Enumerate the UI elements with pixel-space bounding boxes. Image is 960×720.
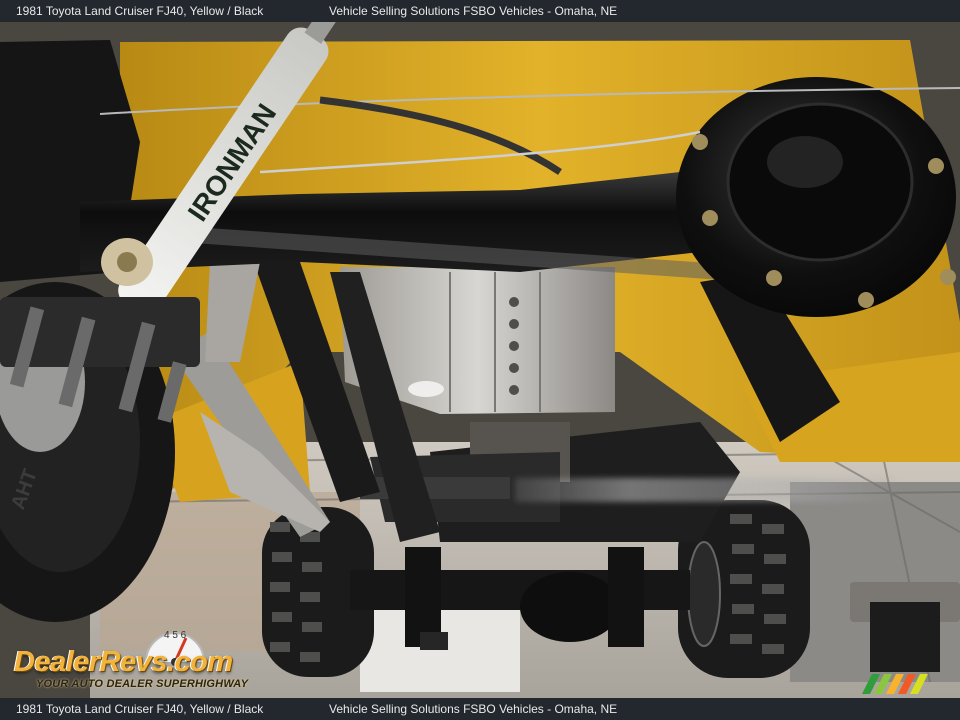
seller-name-footer: Vehicle Selling Solutions FSBO Vehicles …	[329, 702, 618, 716]
vehicle-title: 1981 Toyota Land Cruiser FJ40, Yellow / …	[16, 4, 264, 18]
watermark-brand: DealerRevs.com	[14, 646, 233, 678]
seller-name: Vehicle Selling Solutions FSBO Vehicles …	[329, 4, 618, 18]
color-stripes-icon	[862, 674, 928, 694]
top-caption-bar: 1981 Toyota Land Cruiser FJ40, Yellow / …	[0, 0, 960, 22]
bottom-caption-bar: 1981 Toyota Land Cruiser FJ40, Yellow / …	[0, 698, 960, 720]
vehicle-title-footer: 1981 Toyota Land Cruiser FJ40, Yellow / …	[16, 702, 264, 716]
dealerrevs-watermark: 4 5 6 DealerRevs.com YOUR AUTO DEALER SU…	[12, 626, 272, 694]
vehicle-photo: AHT IRONMAN	[0, 22, 960, 698]
gauge-digits: 4 5 6	[164, 630, 187, 641]
watermark-tagline: YOUR AUTO DEALER SUPERHIGHWAY	[36, 678, 249, 690]
undercarriage-illustration: AHT IRONMAN	[0, 22, 960, 698]
obscured-plate-blur	[515, 478, 893, 502]
